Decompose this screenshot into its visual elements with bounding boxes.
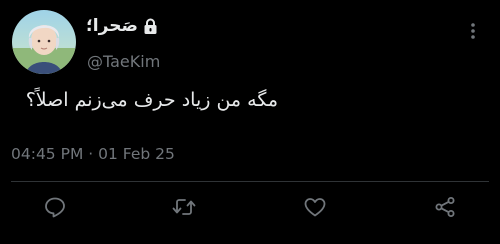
user-handle[interactable]: @TaeKim xyxy=(87,52,160,71)
retweet-icon xyxy=(172,199,196,215)
display-name-row[interactable]: صَحرا؛ xyxy=(86,14,158,38)
retweet-button[interactable] xyxy=(170,193,198,221)
share-button[interactable] xyxy=(431,193,459,221)
display-name[interactable]: صَحرا؛ xyxy=(86,16,138,36)
more-icon[interactable] xyxy=(466,22,480,40)
avatar[interactable] xyxy=(12,10,76,74)
tweet-timestamp[interactable]: 04:45 PM · 01 Feb 25 xyxy=(11,145,175,163)
like-icon xyxy=(304,198,326,217)
share-icon xyxy=(435,197,455,217)
tweet-text: مگه من زیاد حرف می‌زنم اصلاً؟ xyxy=(25,89,278,111)
like-button[interactable] xyxy=(301,193,329,221)
lock-icon xyxy=(144,18,157,34)
reply-button[interactable] xyxy=(41,193,69,221)
divider xyxy=(11,181,489,182)
reply-icon xyxy=(45,197,65,218)
